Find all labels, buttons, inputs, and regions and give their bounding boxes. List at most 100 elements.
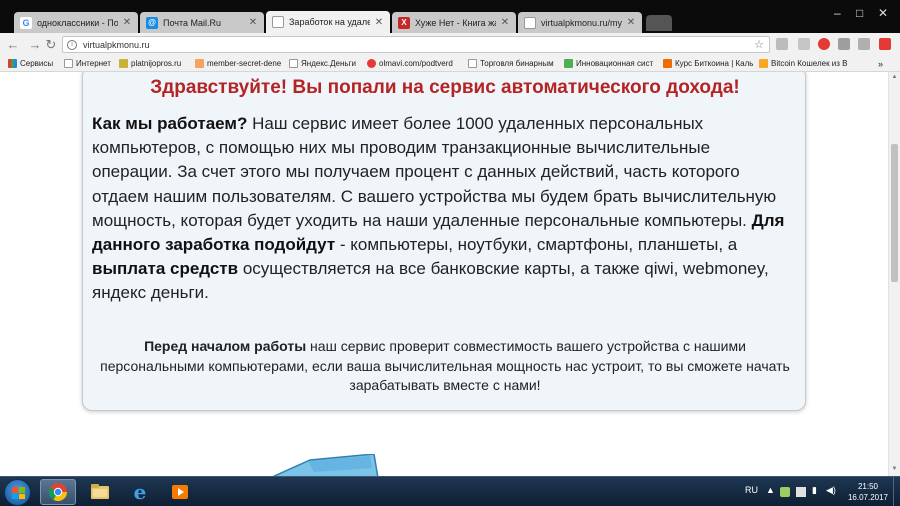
tab-google-search[interactable]: G одноклассники - Поиск ✕ (14, 12, 138, 33)
info-icon[interactable]: i (67, 39, 77, 50)
bookmark-item[interactable]: Сервисы (8, 59, 60, 68)
suitable-text: - компьютеры, ноутбуки, смартфоны, планш… (335, 235, 738, 255)
back-icon[interactable]: ← (2, 37, 24, 52)
extension-icon[interactable] (818, 38, 830, 50)
page-icon (468, 59, 477, 68)
reload-icon[interactable]: ↻ (40, 37, 62, 53)
bookmark-item[interactable]: olmavi.com/podtverd (367, 59, 465, 68)
site-icon (367, 59, 376, 68)
bookmark-item[interactable]: Bitcoin Кошелек из В (759, 59, 857, 68)
bookmark-label: Сервисы (20, 59, 54, 68)
maximize-icon[interactable]: □ (856, 6, 863, 20)
taskbar-media-player[interactable] (162, 479, 198, 505)
address-text: virtualpkmonu.ru (83, 39, 150, 50)
tray-expand-icon[interactable]: ▲ (766, 485, 775, 495)
extension-icon[interactable] (776, 38, 788, 50)
description-paragraph: Как мы работаем? Наш сервис имеет более … (92, 112, 792, 306)
google-icon: G (20, 16, 32, 29)
scrollbar-thumb[interactable] (891, 144, 898, 282)
page-viewport: Здравствуйте! Вы попали на сервис автома… (0, 72, 888, 476)
bookmark-item[interactable]: Курс Биткоина | Каль (663, 59, 755, 68)
tab-strip: G одноклассники - Поиск ✕ @ Почта Mail.R… (0, 0, 900, 33)
tab-title: одноклассники - Поиск (37, 17, 118, 28)
page-title: Здравствуйте! Вы попали на сервис автома… (150, 77, 740, 98)
more-bookmarks-icon[interactable]: » (878, 59, 890, 69)
x-icon: X (398, 16, 410, 29)
clock-time: 21:50 (857, 482, 879, 491)
site-icon (195, 59, 204, 68)
tab-title: Заработок на удаленном (289, 17, 370, 27)
payout-title: выплата средств (92, 259, 239, 279)
site-icon (564, 59, 573, 68)
address-bar[interactable]: i virtualpkmonu.ru ☆ (62, 36, 770, 53)
page-icon (524, 16, 536, 29)
bookmark-label: platnijopros.ru (131, 59, 182, 68)
network-icon[interactable]: ▮ (812, 485, 817, 496)
notice-paragraph: Перед началом работы наш сервис проверит… (99, 337, 791, 396)
bookmark-label: Курс Биткоина | Каль (675, 59, 754, 68)
tab-zarabotok[interactable]: Заработок на удаленном ✕ (266, 11, 390, 33)
how-title: Как мы работаем? (92, 114, 248, 133)
bookmark-label: Яндекс.Деньги (301, 59, 356, 68)
menu-icon[interactable] (879, 38, 891, 50)
info-card: Здравствуйте! Вы попали на сервис автома… (82, 72, 806, 411)
mailru-icon: @ (146, 16, 158, 29)
browser-toolbar: ← → ↻ i virtualpkmonu.ru ☆ (0, 33, 900, 56)
tray-app-icon[interactable] (780, 487, 790, 497)
scroll-up-icon[interactable]: ▲ (889, 74, 900, 80)
media-player-icon (172, 485, 188, 499)
note-title: Перед началом работы (144, 338, 307, 354)
action-center-icon[interactable] (796, 487, 806, 497)
internet-explorer-icon: e (133, 480, 147, 504)
site-icon (119, 59, 128, 68)
apps-grid-icon (8, 59, 17, 68)
bookmark-item[interactable]: Торговля бинарным (468, 59, 560, 68)
clock-date: 16.07.2017 (847, 493, 889, 502)
new-tab-button[interactable] (646, 15, 672, 31)
chrome-icon (48, 483, 67, 502)
tab-title: Почта Mail.Ru (163, 17, 221, 28)
close-icon[interactable]: ✕ (500, 17, 510, 28)
taskbar-ie[interactable]: e (122, 479, 158, 505)
extension-icon[interactable] (858, 38, 870, 50)
page-icon (272, 16, 284, 28)
scroll-down-icon[interactable]: ▼ (889, 466, 900, 472)
page-icon (289, 59, 298, 68)
bookmark-item[interactable]: Интернет (64, 59, 116, 68)
show-desktop-button[interactable] (893, 477, 900, 506)
taskbar-explorer[interactable] (82, 479, 118, 505)
extension-icon[interactable] (838, 38, 850, 50)
tab-virtualpkmonu[interactable]: virtualpkmonu.ru/mypro ✕ (518, 12, 642, 33)
bookmark-star-icon[interactable]: ☆ (754, 38, 764, 51)
page-icon (64, 59, 73, 68)
close-icon[interactable]: ✕ (248, 17, 258, 28)
minimize-icon[interactable]: – (834, 6, 841, 20)
start-button[interactable] (4, 479, 31, 506)
bookmark-item[interactable]: Яндекс.Деньги (289, 59, 363, 68)
bookmark-label: member-secret-dene (207, 59, 282, 68)
site-icon (663, 59, 672, 68)
extension-icon[interactable] (798, 38, 810, 50)
bookmark-label: Инновационная сист (576, 59, 654, 68)
close-icon[interactable]: ✕ (122, 17, 132, 28)
bookmark-item[interactable]: platnijopros.ru (119, 59, 191, 68)
volume-icon[interactable]: ◀) (826, 485, 836, 496)
bookmark-item[interactable]: member-secret-dene (195, 59, 283, 68)
windows-taskbar: e RU ▲ ▮ ◀) 21:50 16.07.2017 (0, 476, 900, 506)
tab-title: virtualpkmonu.ru/mypro (541, 17, 622, 28)
bookmark-label: Bitcoin Кошелек из В (771, 59, 848, 68)
taskbar-chrome[interactable] (40, 479, 76, 505)
bookmark-item[interactable]: Инновационная сист (564, 59, 660, 68)
language-indicator[interactable]: RU (745, 485, 758, 495)
close-icon[interactable]: ✕ (374, 17, 384, 28)
folder-icon (91, 484, 109, 499)
bookmarks-bar: Сервисы Интернет platnijopros.ru member-… (0, 56, 900, 72)
system-clock[interactable]: 21:50 16.07.2017 (846, 481, 890, 503)
tab-mailru[interactable]: @ Почта Mail.Ru ✕ (140, 12, 264, 33)
bookmark-label: olmavi.com/podtverd (379, 59, 453, 68)
tab-huzhe-net[interactable]: X Хуже Нет - Книга жалоб ✕ (392, 12, 516, 33)
windows-logo-icon (12, 487, 25, 499)
close-icon[interactable]: ✕ (626, 17, 636, 28)
close-window-icon[interactable]: ✕ (878, 6, 888, 20)
page-scrollbar[interactable]: ▲ ▼ (888, 72, 900, 476)
